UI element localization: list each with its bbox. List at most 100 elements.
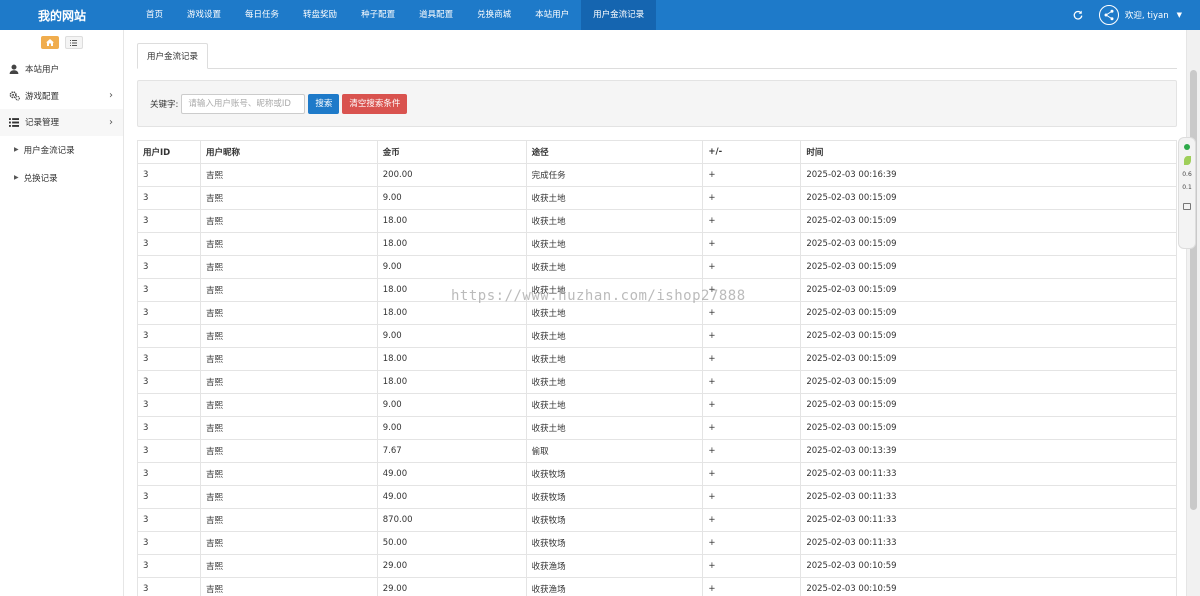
nav-item[interactable]: 每日任务 <box>233 0 291 30</box>
floating-widget[interactable]: 0.6 0.1 <box>1178 137 1196 249</box>
table-cell: 3 <box>137 186 201 210</box>
table-cell: 50.00 <box>376 531 527 555</box>
table-cell: 吉熙 <box>199 232 378 256</box>
brand-logo[interactable]: 我的网站 <box>0 7 124 24</box>
table-cell: 收获土地 <box>525 255 704 279</box>
table-cell: 收获土地 <box>525 301 704 325</box>
table-cell: 2025-02-03 00:16:39 <box>800 163 1177 187</box>
table-row: 3 吉熙 29.00 收获渔场 +2025-02-03 00:10:59 <box>137 577 1177 596</box>
table-cell: 吉熙 <box>199 278 378 302</box>
table-cell: 收获渔场 <box>525 554 704 578</box>
table-cell: 18.00 <box>376 347 527 371</box>
table-cell: 3 <box>137 163 201 187</box>
nav-item[interactable]: 转盘奖励 <box>291 0 349 30</box>
table-cell: 收获土地 <box>525 416 704 440</box>
table-cell: 9.00 <box>376 416 527 440</box>
table-cell: + <box>702 577 802 596</box>
table-cell: 2025-02-03 00:15:09 <box>800 186 1177 210</box>
table-row: 3 吉熙 49.00 收获牧场 +2025-02-03 00:11:33 <box>137 462 1177 486</box>
nav-item[interactable]: 种子配置 <box>349 0 407 30</box>
table-row: 3 吉熙 29.00 收获渔场 +2025-02-03 00:10:59 <box>137 554 1177 578</box>
search-input[interactable] <box>181 93 306 114</box>
column-header: 用户昵称 <box>199 140 378 164</box>
nav-item[interactable]: 兑换商城 <box>465 0 523 30</box>
vertical-scrollbar[interactable] <box>1186 30 1200 596</box>
table-header-row: 用户ID 用户昵称 金币 途径 +/- 时间 <box>137 140 1177 164</box>
column-header: +/- <box>702 140 802 164</box>
table-cell: 2025-02-03 00:15:09 <box>800 301 1177 325</box>
table-cell: 9.00 <box>376 393 527 417</box>
table-cell: 3 <box>137 324 201 348</box>
table-cell: 29.00 <box>376 554 527 578</box>
sidebar-item-label: 记录管理 <box>25 118 60 129</box>
column-header: 时间 <box>800 140 1177 164</box>
nav-item[interactable]: 本站用户 <box>523 0 581 30</box>
sidebar-item-game-config[interactable]: 游戏配置 › <box>0 83 123 110</box>
sidebar-item-label: 本站用户 <box>25 65 60 76</box>
money-records-table: 用户ID 用户昵称 金币 途径 +/- 时间 3 吉熙 200.00 完成任务 +2025-02-… <box>137 140 1177 596</box>
table-cell: 吉熙 <box>199 554 378 578</box>
nav-item[interactable]: 首页 <box>134 0 175 30</box>
table-cell: 收获土地 <box>525 186 704 210</box>
user-menu[interactable]: 欢迎, tiyan ▼ <box>1098 5 1182 25</box>
table-cell: + <box>702 439 802 463</box>
table-cell: 2025-02-03 00:15:09 <box>800 209 1177 233</box>
table-cell: + <box>702 347 802 371</box>
clear-search-button[interactable]: 清空搜索条件 <box>342 93 408 114</box>
caret-right-icon: ▶ <box>14 146 19 153</box>
table-cell: + <box>702 278 802 302</box>
table-cell: 49.00 <box>376 485 527 509</box>
keyword-label: 关键字: <box>150 99 179 110</box>
tab-money-records[interactable]: 用户金流记录 <box>137 43 209 69</box>
table-cell: 收获土地 <box>525 209 704 233</box>
table-cell: 吉熙 <box>199 163 378 187</box>
column-header: 用户ID <box>137 140 201 164</box>
table-cell: 2025-02-03 00:15:09 <box>800 255 1177 279</box>
table-cell: 偷取 <box>525 439 704 463</box>
table-row: 3 吉熙 18.00 收获土地 +2025-02-03 00:15:09 <box>137 347 1177 371</box>
column-header: 途径 <box>525 140 704 164</box>
list-toggle-button[interactable] <box>64 36 83 49</box>
sidebar: 本站用户 游戏配置 › 记录管理 › ▶ 用户金流记录 ▶ 兑换记录 <box>0 30 124 596</box>
table-cell: 3 <box>137 255 201 279</box>
table-cell: 3 <box>137 278 201 302</box>
sidebar-item-users[interactable]: 本站用户 <box>0 56 123 83</box>
table-cell: 3 <box>137 416 201 440</box>
table-cell: 2025-02-03 00:15:09 <box>800 347 1177 371</box>
chevron-right-icon: › <box>109 90 113 102</box>
table-row: 3 吉熙 9.00 收获土地 +2025-02-03 00:15:09 <box>137 416 1177 440</box>
table-cell: + <box>702 186 802 210</box>
nav-item[interactable]: 游戏设置 <box>175 0 233 30</box>
table-cell: 收获渔场 <box>525 577 704 596</box>
nav-item[interactable]: 道具配置 <box>407 0 465 30</box>
table-cell: 收获土地 <box>525 232 704 256</box>
search-button[interactable]: 搜索 <box>308 93 340 114</box>
widget-value: 0.6 <box>1182 171 1192 178</box>
table-cell: + <box>702 462 802 486</box>
table-cell: 吉熙 <box>199 485 378 509</box>
table-cell: 2025-02-03 00:15:09 <box>800 416 1177 440</box>
nav-item[interactable]: 用户金流记录 <box>581 0 657 30</box>
table-cell: 200.00 <box>376 163 527 187</box>
table-cell: 收获土地 <box>525 347 704 371</box>
tab-bar: 用户金流记录 <box>137 43 1177 69</box>
sidebar-item-records[interactable]: 记录管理 › <box>0 109 123 136</box>
welcome-text: 欢迎, tiyan <box>1124 11 1169 21</box>
table-cell: + <box>702 370 802 394</box>
home-toggle-button[interactable] <box>40 36 59 49</box>
camera-icon[interactable] <box>1183 203 1191 210</box>
scrollbar-thumb[interactable] <box>1190 70 1197 510</box>
table-cell: + <box>702 416 802 440</box>
table-cell: 吉熙 <box>199 347 378 371</box>
table-cell: 吉熙 <box>199 416 378 440</box>
sidebar-subitem-exchange-records[interactable]: ▶ 兑换记录 <box>0 164 123 192</box>
table-cell: 收获土地 <box>525 370 704 394</box>
table-cell: + <box>702 554 802 578</box>
table-cell: 29.00 <box>376 577 527 596</box>
table-cell: 3 <box>137 209 201 233</box>
table-cell: + <box>702 393 802 417</box>
table-cell: 收获土地 <box>525 324 704 348</box>
sidebar-subitem-money-records[interactable]: ▶ 用户金流记录 <box>0 136 123 164</box>
table-row: 3 吉熙 18.00 收获土地 +2025-02-03 00:15:09 <box>137 301 1177 325</box>
refresh-icon[interactable] <box>1071 8 1085 22</box>
